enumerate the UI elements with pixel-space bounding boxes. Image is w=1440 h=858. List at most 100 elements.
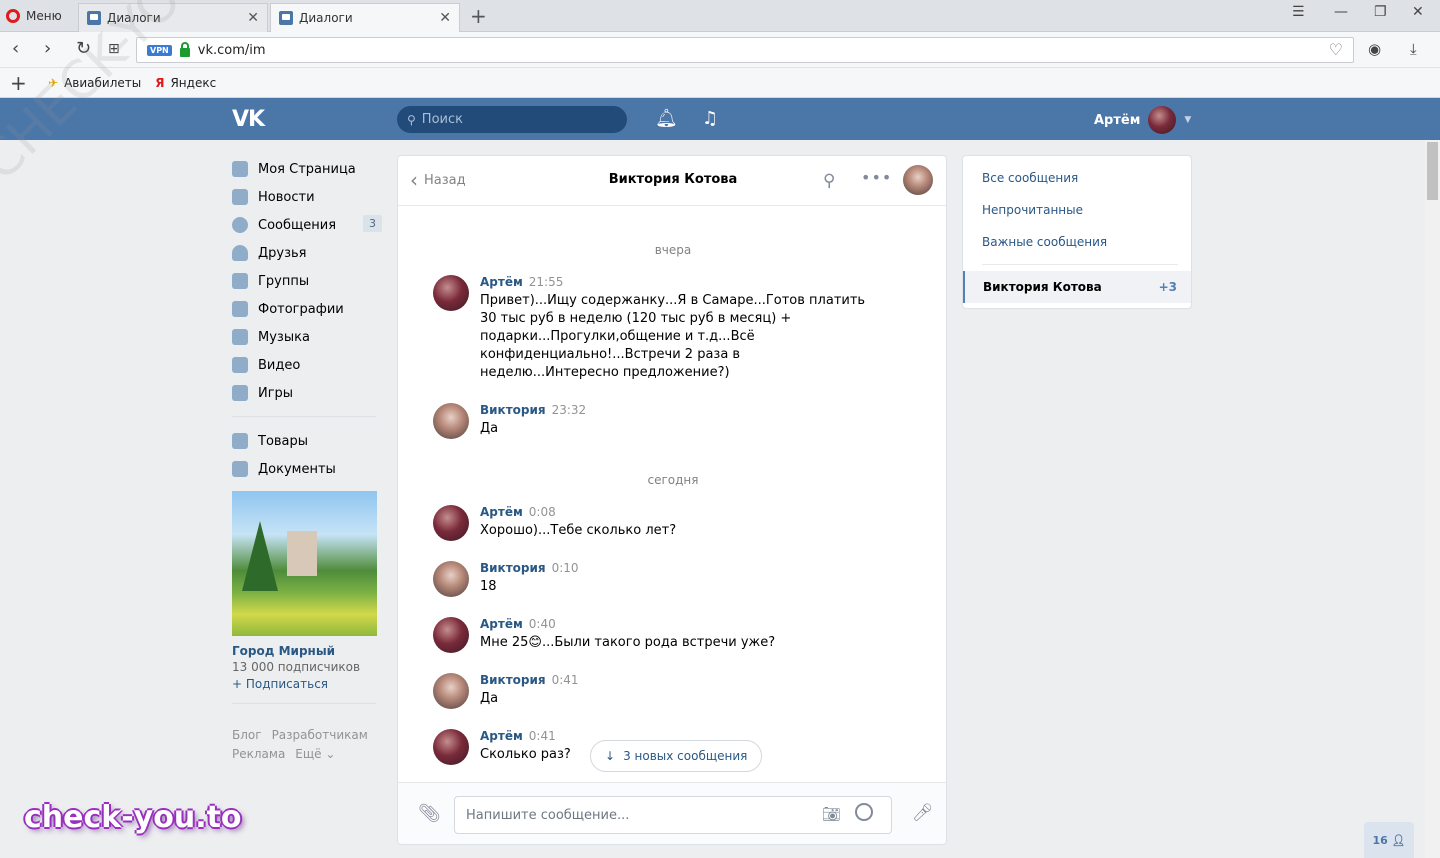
message-history[interactable]: вчера Артём 21:55 Привет)...Ищу содержанк… <box>398 207 946 782</box>
avatar[interactable] <box>433 505 469 541</box>
restore-icon[interactable]: ❐ <box>1374 4 1387 20</box>
avatar[interactable] <box>433 617 469 653</box>
add-bookmark-icon[interactable]: + <box>10 71 34 95</box>
camera-icon[interactable]: 📷︎ <box>822 805 841 823</box>
vk-logo-icon[interactable]: VK <box>232 107 265 132</box>
browser-tab-2[interactable]: Диалоги ✕ <box>270 3 460 32</box>
filter-unread[interactable]: Непрочитанные <box>982 203 1083 217</box>
reload-icon[interactable]: ↻ <box>76 39 91 59</box>
page-scrollbar[interactable] <box>1425 140 1440 858</box>
bookmark-yandex[interactable]: Я Яндекс <box>155 76 216 90</box>
message-author[interactable]: Виктория <box>480 403 546 417</box>
tab-title: Диалоги <box>299 11 353 25</box>
avatar[interactable] <box>903 165 933 195</box>
tab-menu-icon[interactable]: ☰ <box>1292 4 1305 20</box>
dialog-filters-panel: Все сообщения Непрочитанные Важные сообщ… <box>962 155 1192 309</box>
avatar[interactable] <box>433 729 469 765</box>
microphone-icon[interactable]: 🎤︎ <box>912 803 934 823</box>
message-author[interactable]: Виктория <box>480 561 546 575</box>
group-subscribe-link[interactable]: + Подписаться <box>232 677 382 691</box>
messages-count-badge: 3 <box>363 215 382 232</box>
footer-link-more[interactable]: Ещё ⌄ <box>295 747 335 761</box>
messages-icon <box>232 217 248 233</box>
filter-all-messages[interactable]: Все сообщения <box>982 171 1078 185</box>
gamepad-icon <box>232 385 248 401</box>
music-icon[interactable]: ♫ <box>702 108 718 129</box>
chat-header: ‹ Назад Виктория Котова ⚲ ••• <box>398 156 946 206</box>
vpn-icon[interactable]: ◉ <box>1368 39 1381 59</box>
bookmark-aviabilety[interactable]: ✈ Авиабилеты <box>48 76 141 90</box>
new-messages-button[interactable]: ↓ 3 новых сообщения <box>590 740 763 772</box>
left-navigation: Моя Страница Новости Сообщения 3 Друзья … <box>232 155 382 764</box>
nav-item-photos[interactable]: Фотографии <box>232 295 382 323</box>
footer-link-blog[interactable]: Блог <box>232 728 262 742</box>
smile-icon[interactable] <box>855 803 873 821</box>
browser-tab-bar: Меню Диалоги ✕ Диалоги ✕ + ☰ — ❐ ✕ <box>0 0 1440 32</box>
browser-tab-1[interactable]: Диалоги ✕ <box>78 3 268 32</box>
nav-item-music[interactable]: Музыка <box>232 323 382 351</box>
nav-item-goods[interactable]: Товары <box>232 427 382 455</box>
close-tab-icon[interactable]: ✕ <box>247 10 259 26</box>
heart-icon[interactable]: ♡ <box>1329 40 1343 59</box>
paperclip-icon[interactable]: 📎︎ <box>418 803 441 824</box>
message-time: 21:55 <box>528 275 564 289</box>
vk-favicon-icon <box>87 11 101 25</box>
message-author[interactable]: Артём <box>480 275 523 289</box>
arrow-down-icon: ↓ <box>605 749 616 763</box>
browser-menu-button[interactable]: Меню <box>6 6 62 26</box>
message-text: 18 <box>480 579 497 594</box>
day-separator: вчера <box>654 243 692 257</box>
back-icon[interactable]: ‹ <box>12 39 19 59</box>
nav-item-news[interactable]: Новости <box>232 183 382 211</box>
footer-link-ads[interactable]: Реклама <box>232 747 285 761</box>
online-friends-button[interactable]: 16 👤︎ <box>1364 822 1414 858</box>
avatar[interactable] <box>433 275 469 311</box>
back-button[interactable]: ‹ Назад <box>410 170 466 190</box>
search-input[interactable] <box>421 112 602 127</box>
active-dialog-item[interactable]: Виктория Котова +3 <box>963 271 1191 303</box>
news-icon <box>232 189 248 205</box>
nav-item-video[interactable]: Видео <box>232 351 382 379</box>
header-user-menu[interactable]: Артём ▼ <box>1094 106 1191 134</box>
url-field[interactable]: VPN vk.com/im ♡ <box>136 37 1354 63</box>
panel-divider <box>982 264 1178 265</box>
more-icon[interactable]: ••• <box>861 168 892 187</box>
message-author[interactable]: Виктория <box>480 673 546 687</box>
nav-item-documents[interactable]: Документы <box>232 455 382 483</box>
nav-label: Игры <box>258 385 294 401</box>
avatar[interactable] <box>433 673 469 709</box>
nav-item-games[interactable]: Игры <box>232 379 382 407</box>
document-icon <box>232 461 248 477</box>
nav-label: Друзья <box>258 245 307 261</box>
message-text: Да <box>480 421 499 436</box>
bell-icon[interactable]: 🔔︎ <box>655 108 678 129</box>
nav-item-groups[interactable]: Группы <box>232 267 382 295</box>
new-tab-icon[interactable]: + <box>470 4 487 28</box>
message-author[interactable]: Артём <box>480 729 523 743</box>
speed-dial-icon[interactable]: ⊞ <box>108 39 120 59</box>
download-icon[interactable]: ⤓ <box>1410 39 1417 59</box>
search-icon[interactable]: ⚲ <box>823 171 835 191</box>
message-author[interactable]: Артём <box>480 617 523 631</box>
group-ad-photo[interactable] <box>232 491 377 636</box>
nav-item-messages[interactable]: Сообщения 3 <box>232 211 382 239</box>
chevron-down-icon: ▼ <box>1184 115 1192 125</box>
avatar[interactable] <box>433 561 469 597</box>
forward-icon[interactable]: › <box>44 39 51 59</box>
message-time: 0:41 <box>551 673 579 687</box>
message-author[interactable]: Артём <box>480 505 523 519</box>
header-search[interactable]: ⚲ <box>397 106 627 133</box>
music-note-icon <box>232 329 248 345</box>
nav-item-my-page[interactable]: Моя Страница <box>232 155 382 183</box>
footer-link-dev[interactable]: Разработчикам <box>272 728 368 742</box>
scrollbar-thumb[interactable] <box>1427 142 1438 200</box>
close-window-icon[interactable]: ✕ <box>1412 4 1424 20</box>
close-tab-icon[interactable]: ✕ <box>439 10 451 26</box>
minimize-icon[interactable]: — <box>1334 4 1348 20</box>
filter-important[interactable]: Важные сообщения <box>982 235 1107 249</box>
vpn-badge[interactable]: VPN <box>147 44 172 56</box>
avatar[interactable] <box>433 403 469 439</box>
group-name-link[interactable]: Город Мирный <box>232 644 382 658</box>
nav-item-friends[interactable]: Друзья <box>232 239 382 267</box>
url-text: vk.com/im <box>197 42 266 58</box>
